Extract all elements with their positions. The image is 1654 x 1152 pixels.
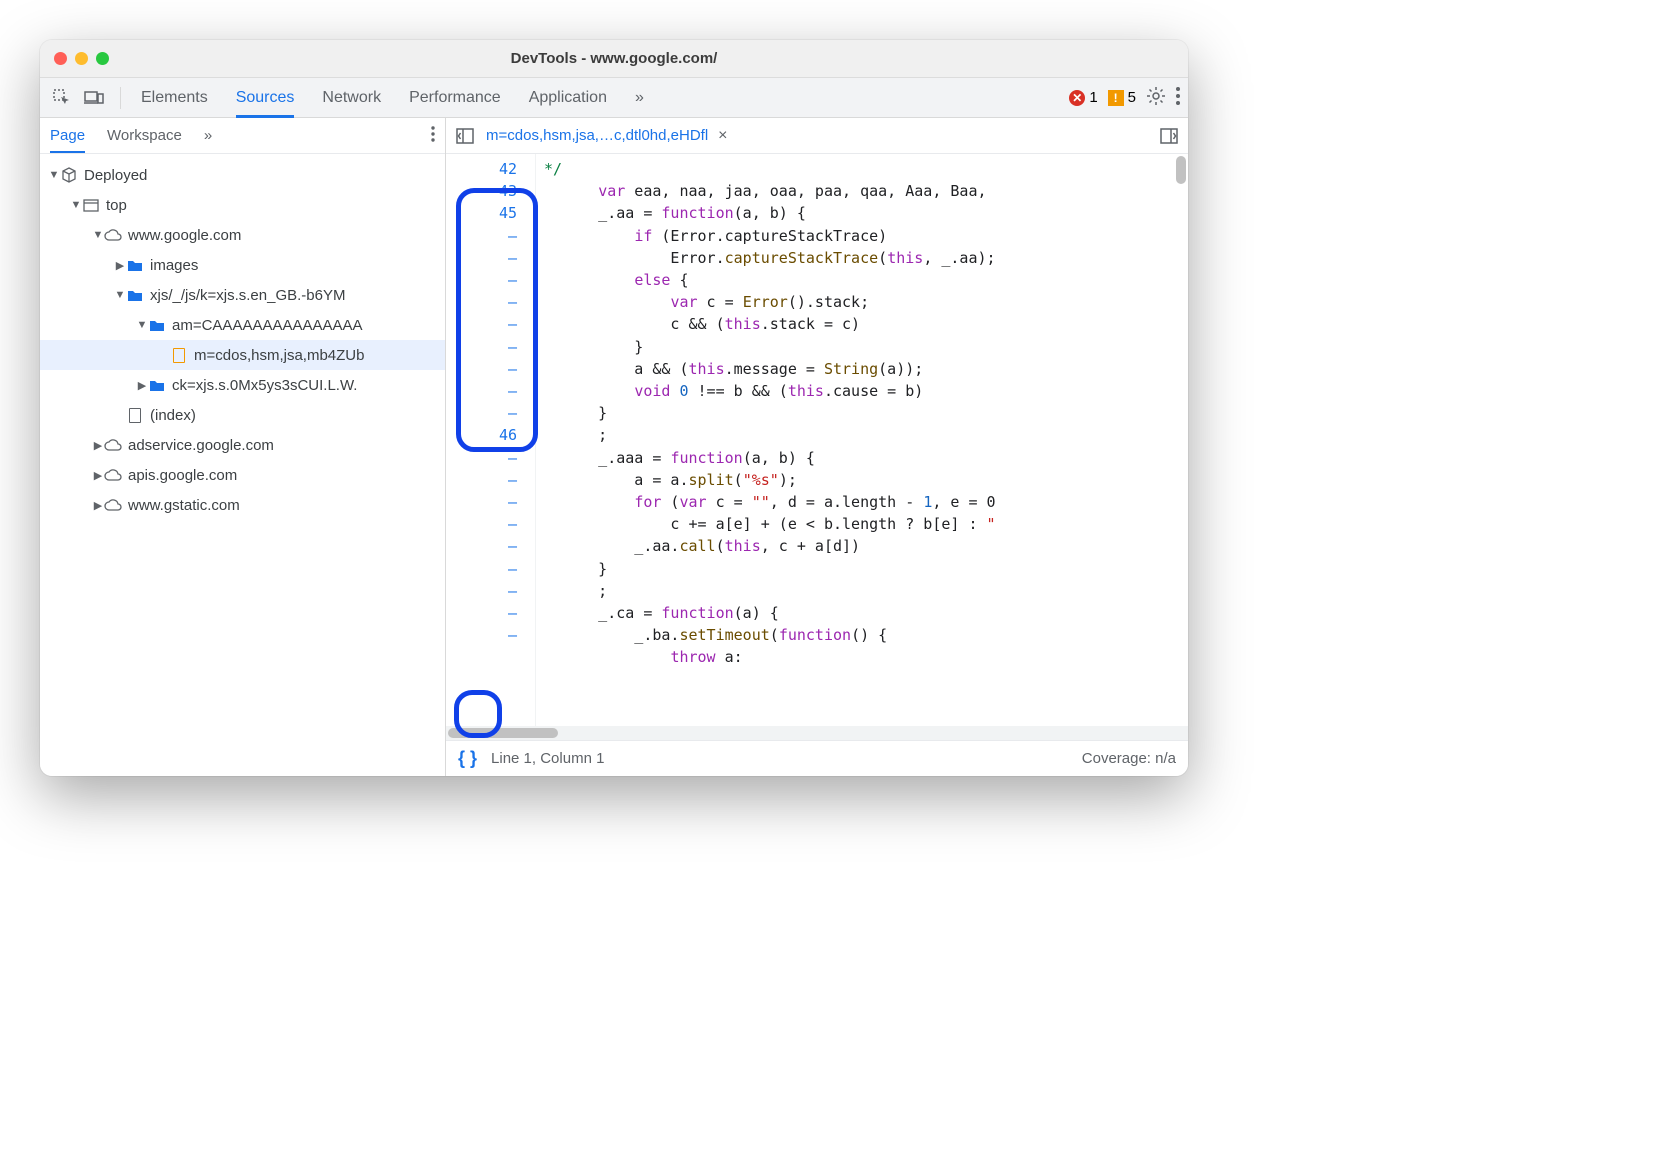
code-editor[interactable]: 424345–––––––––46––––––––– */ var eaa, n… bbox=[446, 154, 1188, 726]
warning-icon: ! bbox=[1108, 90, 1124, 106]
pretty-print-button[interactable]: { } bbox=[458, 748, 477, 769]
folder-icon bbox=[126, 286, 144, 304]
tree-origin-apis[interactable]: ▶ apis.google.com bbox=[40, 460, 445, 490]
tab-elements[interactable]: Elements bbox=[141, 81, 208, 115]
cursor-position: Line 1, Column 1 bbox=[491, 750, 604, 767]
chevron-down-icon: ▼ bbox=[136, 319, 148, 331]
more-options-icon[interactable] bbox=[1176, 87, 1180, 109]
chevron-right-icon: ▶ bbox=[92, 439, 104, 452]
window-close-button[interactable] bbox=[54, 52, 67, 65]
tree-folder-ck[interactable]: ▶ ck=xjs.s.0Mx5ys3sCUI.L.W. bbox=[40, 370, 445, 400]
tree-label: am=CAAAAAAAAAAAAAAA bbox=[172, 317, 363, 334]
sidebar-tab-workspace[interactable]: Workspace bbox=[107, 120, 182, 151]
tree-label: (index) bbox=[150, 407, 196, 424]
close-icon[interactable]: × bbox=[718, 127, 727, 145]
tree-label: apis.google.com bbox=[128, 467, 237, 484]
tree-folder-am[interactable]: ▼ am=CAAAAAAAAAAAAAAA bbox=[40, 310, 445, 340]
window-title: DevTools - www.google.com/ bbox=[40, 50, 1188, 67]
chevron-right-icon: ▶ bbox=[92, 469, 104, 482]
deployed-icon bbox=[60, 166, 78, 184]
tab-application[interactable]: Application bbox=[529, 81, 607, 115]
cloud-icon bbox=[104, 496, 122, 514]
chevron-down-icon: ▼ bbox=[92, 229, 104, 241]
sidebar-tab-page[interactable]: Page bbox=[50, 120, 85, 153]
code-content[interactable]: */ var eaa, naa, jaa, oaa, paa, qaa, Aaa… bbox=[536, 154, 1188, 726]
file-tree: ▼ Deployed ▼ top ▼ www.google.com ▶ bbox=[40, 154, 445, 776]
tree-label: m=cdos,hsm,jsa,mb4ZUb bbox=[194, 347, 364, 364]
folder-icon bbox=[126, 256, 144, 274]
tree-origin-adservice[interactable]: ▶ adservice.google.com bbox=[40, 430, 445, 460]
sources-sidebar: Page Workspace » ▼ Deployed ▼ top bbox=[40, 118, 446, 776]
tree-label: top bbox=[106, 197, 127, 214]
panel-tabs: Elements Sources Network Performance App… bbox=[141, 81, 1069, 115]
folder-icon bbox=[148, 316, 166, 334]
navigator-toggle-icon[interactable] bbox=[452, 123, 478, 149]
error-counter[interactable]: ✕ 1 bbox=[1069, 89, 1097, 106]
tab-performance[interactable]: Performance bbox=[409, 81, 501, 115]
tree-origin-google[interactable]: ▼ www.google.com bbox=[40, 220, 445, 250]
tab-network[interactable]: Network bbox=[322, 81, 381, 115]
content-area: Page Workspace » ▼ Deployed ▼ top bbox=[40, 118, 1188, 776]
tree-label: www.google.com bbox=[128, 227, 241, 244]
chevron-down-icon: ▼ bbox=[70, 199, 82, 211]
cloud-icon bbox=[104, 436, 122, 454]
window-maximize-button[interactable] bbox=[96, 52, 109, 65]
editor-tabbar: m=cdos,hsm,jsa,…c,dtl0hd,eHDfl × bbox=[446, 118, 1188, 154]
tab-more[interactable]: » bbox=[635, 81, 644, 115]
tree-label: xjs/_/js/k=xjs.s.en_GB.-b6YM bbox=[150, 287, 345, 304]
toolbar-divider bbox=[120, 87, 121, 109]
error-icon: ✕ bbox=[1069, 90, 1085, 106]
tree-folder-images[interactable]: ▶ images bbox=[40, 250, 445, 280]
tree-frame-top[interactable]: ▼ top bbox=[40, 190, 445, 220]
tree-file-index[interactable]: (index) bbox=[40, 400, 445, 430]
inspect-icon[interactable] bbox=[48, 84, 76, 112]
tree-deployed[interactable]: ▼ Deployed bbox=[40, 160, 445, 190]
warning-counter[interactable]: ! 5 bbox=[1108, 89, 1136, 106]
chevron-right-icon: ▶ bbox=[114, 259, 126, 272]
tree-label: ck=xjs.s.0Mx5ys3sCUI.L.W. bbox=[172, 377, 357, 394]
tree-folder-xjs[interactable]: ▼ xjs/_/js/k=xjs.s.en_GB.-b6YM bbox=[40, 280, 445, 310]
js-file-icon bbox=[170, 346, 188, 364]
coverage-status: Coverage: n/a bbox=[1082, 750, 1176, 767]
horizontal-scrollbar[interactable] bbox=[448, 728, 558, 738]
sidebar-tab-more[interactable]: » bbox=[204, 120, 212, 151]
chevron-down-icon: ▼ bbox=[114, 289, 126, 301]
folder-icon bbox=[148, 376, 166, 394]
titlebar: DevTools - www.google.com/ bbox=[40, 40, 1188, 78]
debugger-toggle-icon[interactable] bbox=[1156, 123, 1182, 149]
tree-origin-gstatic[interactable]: ▶ www.gstatic.com bbox=[40, 490, 445, 520]
traffic-lights bbox=[40, 52, 109, 65]
chevron-right-icon: ▶ bbox=[136, 379, 148, 392]
settings-icon[interactable] bbox=[1146, 86, 1166, 110]
editor-file-tab[interactable]: m=cdos,hsm,jsa,…c,dtl0hd,eHDfl × bbox=[486, 127, 728, 145]
file-icon bbox=[126, 406, 144, 424]
tree-label: adservice.google.com bbox=[128, 437, 274, 454]
cloud-icon bbox=[104, 466, 122, 484]
sidebar-tabs: Page Workspace » bbox=[40, 118, 445, 154]
main-toolbar: Elements Sources Network Performance App… bbox=[40, 78, 1188, 118]
tree-label: images bbox=[150, 257, 198, 274]
tree-label: Deployed bbox=[84, 167, 147, 184]
cloud-icon bbox=[104, 226, 122, 244]
editor-statusbar: { } Line 1, Column 1 Coverage: n/a bbox=[446, 740, 1188, 776]
device-icon[interactable] bbox=[80, 84, 108, 112]
horizontal-scrollbar-track bbox=[446, 726, 1188, 740]
editor-pane: m=cdos,hsm,jsa,…c,dtl0hd,eHDfl × 424345–… bbox=[446, 118, 1188, 776]
tab-sources[interactable]: Sources bbox=[236, 81, 295, 118]
chevron-right-icon: ▶ bbox=[92, 499, 104, 512]
chevron-down-icon: ▼ bbox=[48, 169, 60, 181]
toolbar-right: ✕ 1 ! 5 bbox=[1069, 86, 1180, 110]
tree-label: www.gstatic.com bbox=[128, 497, 240, 514]
editor-tab-label: m=cdos,hsm,jsa,…c,dtl0hd,eHDfl bbox=[486, 127, 708, 144]
line-gutter[interactable]: 424345–––––––––46––––––––– bbox=[446, 154, 536, 726]
window-minimize-button[interactable] bbox=[75, 52, 88, 65]
tree-file-selected[interactable]: m=cdos,hsm,jsa,mb4ZUb bbox=[40, 340, 445, 370]
vertical-scrollbar[interactable] bbox=[1176, 156, 1186, 184]
sidebar-options-icon[interactable] bbox=[431, 126, 435, 146]
frame-icon bbox=[82, 196, 100, 214]
